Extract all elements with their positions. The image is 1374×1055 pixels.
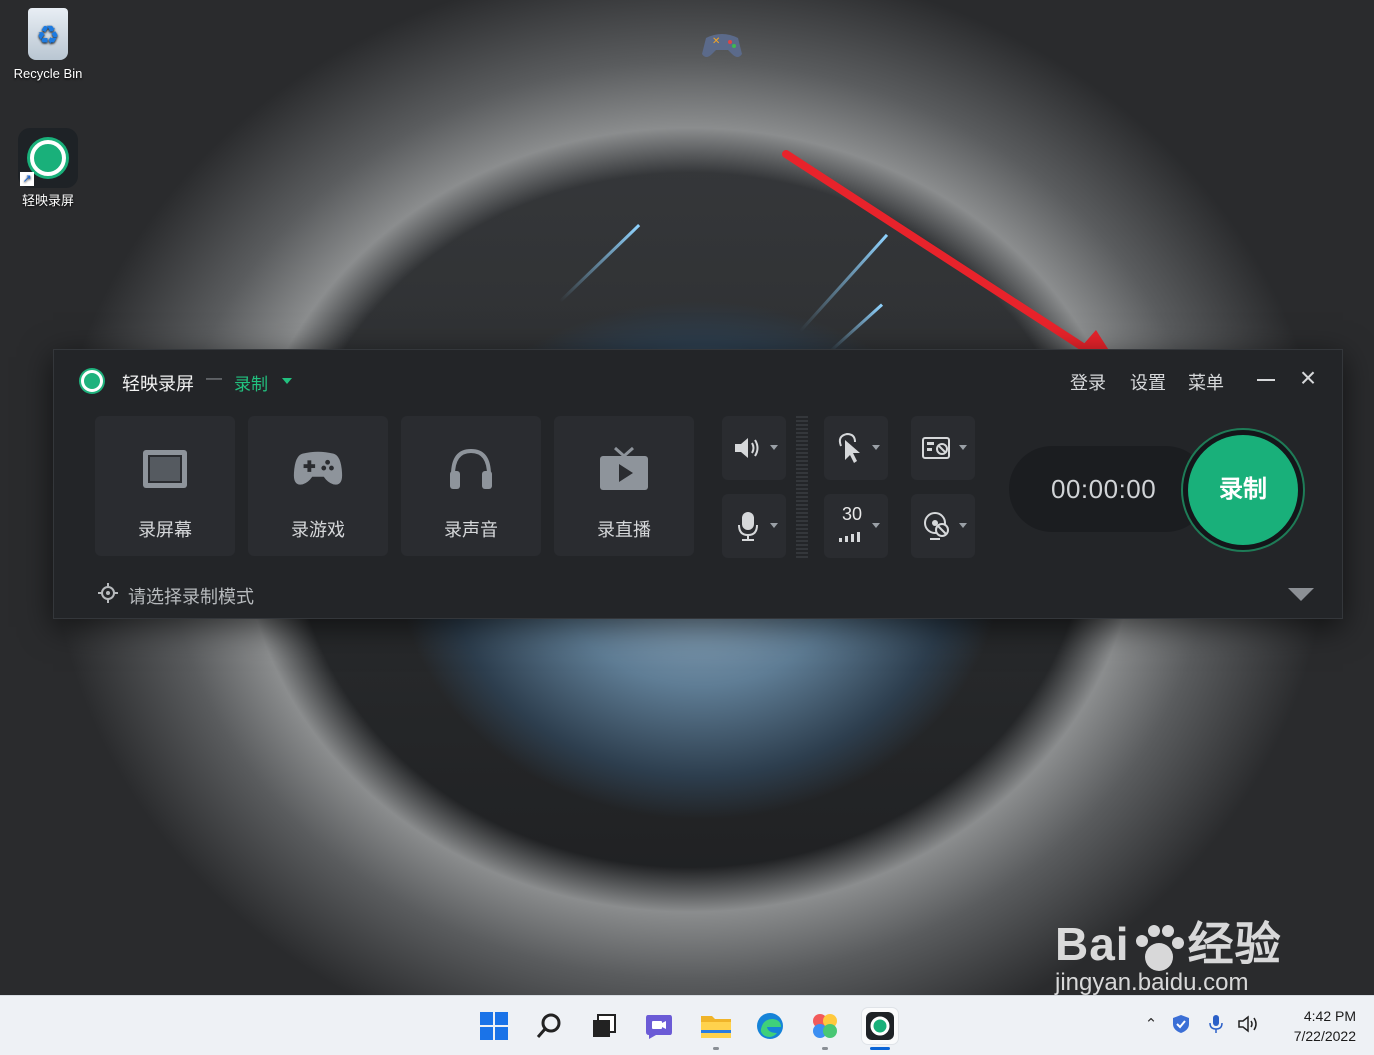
svg-text:✕: ✕ bbox=[712, 36, 720, 47]
recorder-app-icon[interactable] bbox=[862, 1008, 898, 1050]
desktop-icon-recycle-bin[interactable]: Recycle Bin bbox=[8, 8, 88, 81]
menu-link[interactable]: 菜单 bbox=[1188, 369, 1224, 395]
speaker-icon bbox=[732, 430, 764, 466]
headphones-icon bbox=[446, 446, 496, 492]
speaker-toggle[interactable] bbox=[722, 416, 786, 480]
chevron-down-icon[interactable] bbox=[282, 378, 292, 384]
settings-link[interactable]: 设置 bbox=[1130, 369, 1166, 395]
tv-play-icon bbox=[599, 446, 649, 492]
mode-label: 录游戏 bbox=[291, 520, 345, 540]
gamepad-icon bbox=[293, 446, 343, 492]
signal-bars-icon bbox=[839, 532, 860, 542]
expand-panel-button[interactable] bbox=[1288, 588, 1314, 601]
watermark-brand: Bai bbox=[1055, 918, 1130, 970]
file-explorer-icon[interactable] bbox=[698, 1008, 734, 1050]
mode-record-screen-button[interactable]: 录屏幕 bbox=[95, 416, 235, 556]
record-mode-dropdown[interactable]: 录制 bbox=[234, 370, 268, 395]
task-view-icon[interactable] bbox=[586, 1008, 622, 1044]
close-button[interactable]: × bbox=[1294, 364, 1322, 392]
desktop-icon-recorder[interactable]: ↗ 轻映录屏 bbox=[8, 128, 88, 209]
cursor-effect-toggle[interactable] bbox=[824, 416, 888, 480]
system-clock[interactable]: 4:42 PM 7/22/2022 bbox=[1276, 1006, 1356, 1046]
edge-icon[interactable] bbox=[752, 1008, 788, 1044]
watermark-url: jingyan.baidu.com bbox=[1055, 968, 1249, 996]
chevron-down-icon[interactable] bbox=[959, 523, 967, 528]
shortcut-arrow-icon: ↗ bbox=[20, 172, 34, 186]
mode-label: 录声音 bbox=[444, 520, 498, 540]
watermark-brand-suffix: 经验 bbox=[1187, 918, 1282, 970]
fps-selector[interactable]: 30 bbox=[824, 494, 888, 558]
webcam-off-icon bbox=[921, 508, 953, 544]
app-ring-icon: ↗ bbox=[18, 128, 78, 188]
mode-record-game-button[interactable]: 录游戏 bbox=[248, 416, 388, 556]
game-bar-icon[interactable]: ✕ bbox=[700, 24, 744, 64]
login-link[interactable]: 登录 bbox=[1070, 369, 1106, 395]
mode-record-live-button[interactable]: 录直播 bbox=[554, 416, 694, 556]
search-icon[interactable] bbox=[531, 1008, 567, 1044]
fps-value: 30 bbox=[841, 504, 863, 524]
chat-icon[interactable] bbox=[641, 1008, 677, 1044]
chevron-up-icon[interactable]: ⌃ bbox=[1140, 1012, 1162, 1036]
webcam-toggle[interactable] bbox=[911, 494, 975, 558]
recorder-window: 轻映录屏 — 录制 登录 设置 菜单 × 录屏幕 录游戏 录声音 录直播 30 … bbox=[53, 349, 1343, 619]
baidu-watermark: Bai 经验 jingyan.baidu.com bbox=[1055, 908, 1282, 997]
desktop-icon-label: 轻映录屏 bbox=[21, 193, 74, 208]
camera-overlay-toggle[interactable] bbox=[911, 416, 975, 480]
screen-icon bbox=[140, 446, 190, 492]
wallpaper-streak bbox=[558, 224, 641, 303]
wallpaper-streak bbox=[828, 303, 884, 353]
mode-label: 录屏幕 bbox=[138, 520, 192, 540]
title-separator: — bbox=[206, 370, 222, 387]
microphone-icon bbox=[732, 508, 764, 544]
windows-start-icon[interactable] bbox=[476, 1008, 512, 1044]
photos-icon[interactable] bbox=[807, 1008, 843, 1050]
mode-label: 录直播 bbox=[597, 520, 651, 540]
chevron-down-icon[interactable] bbox=[872, 523, 880, 528]
camera-off-icon bbox=[921, 430, 953, 466]
mode-record-audio-button[interactable]: 录声音 bbox=[401, 416, 541, 556]
shield-icon[interactable] bbox=[1170, 1012, 1192, 1036]
paw-icon bbox=[1135, 924, 1184, 971]
cursor-click-icon bbox=[834, 430, 866, 466]
microphone-toggle[interactable] bbox=[722, 494, 786, 558]
clock-date: 7/22/2022 bbox=[1293, 1028, 1356, 1044]
controls-divider bbox=[796, 416, 808, 558]
mode-hint: 请选择录制模式 bbox=[128, 587, 254, 607]
minimize-button[interactable] bbox=[1257, 379, 1275, 381]
desktop-icon-label: Recycle Bin bbox=[13, 66, 83, 81]
wallpaper-streak bbox=[798, 233, 889, 333]
microphone-icon[interactable] bbox=[1205, 1012, 1227, 1036]
record-button[interactable]: 录制 bbox=[1188, 435, 1298, 545]
clock-time: 4:42 PM bbox=[1303, 1008, 1356, 1024]
recycle-bin-icon bbox=[28, 8, 68, 60]
chevron-down-icon[interactable] bbox=[770, 445, 778, 450]
chevron-down-icon[interactable] bbox=[959, 445, 967, 450]
recording-timer: 00:00:00 bbox=[1051, 474, 1157, 504]
chevron-down-icon[interactable] bbox=[872, 445, 880, 450]
chevron-down-icon[interactable] bbox=[770, 523, 778, 528]
volume-icon[interactable] bbox=[1238, 1012, 1260, 1036]
taskbar: ⌃ 4:42 PM 7/22/2022 bbox=[0, 995, 1374, 1055]
app-logo-icon bbox=[81, 370, 103, 392]
app-name: 轻映录屏 bbox=[122, 374, 194, 394]
crosshair-icon bbox=[98, 583, 118, 603]
title-bar[interactable]: 轻映录屏 — 录制 登录 设置 菜单 × bbox=[54, 350, 1342, 412]
